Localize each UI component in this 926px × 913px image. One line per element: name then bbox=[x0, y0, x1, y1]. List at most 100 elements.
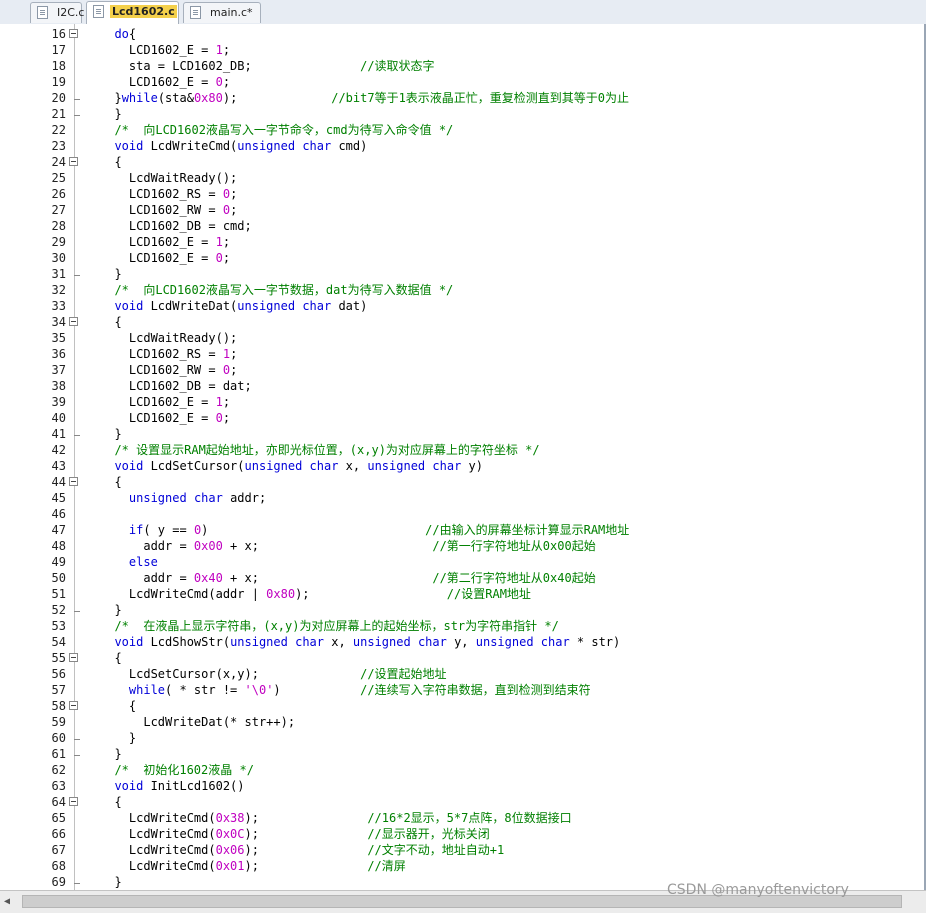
fold-collapse-icon[interactable] bbox=[69, 29, 78, 38]
code-text[interactable]: { bbox=[100, 794, 121, 810]
code-line[interactable]: 32 /* 向LCD1602液晶写入一字节数据，dat为待写入数据值 */ bbox=[0, 282, 920, 298]
code-text[interactable]: LcdWriteCmd(0x06); //文字不动，地址自动+1 bbox=[100, 842, 504, 858]
code-text[interactable]: } bbox=[100, 266, 121, 282]
code-line[interactable]: 27 LCD1602_RW = 0; bbox=[0, 202, 920, 218]
code-text[interactable]: { bbox=[100, 698, 136, 714]
code-line[interactable]: 19 LCD1602_E = 0; bbox=[0, 74, 920, 90]
code-line[interactable]: 50 addr = 0x40 + x; //第二行字符地址从0x40起始 bbox=[0, 570, 920, 586]
code-text[interactable]: LCD1602_RS = 0; bbox=[100, 186, 237, 202]
code-text[interactable]: if( y == 0) //由输入的屏幕坐标计算显示RAM地址 bbox=[100, 522, 629, 538]
code-text[interactable]: addr = 0x00 + x; //第一行字符地址从0x00起始 bbox=[100, 538, 595, 554]
tab-i2c-c[interactable]: I2C.c bbox=[30, 2, 84, 23]
code-line[interactable]: 16 do{ bbox=[0, 26, 920, 42]
code-line[interactable]: 54 void LcdShowStr(unsigned char x, unsi… bbox=[0, 634, 920, 650]
code-text[interactable]: LCD1602_E = 0; bbox=[100, 74, 230, 90]
code-text[interactable]: LcdWriteCmd(0x0C); //显示器开，光标关闭 bbox=[100, 826, 490, 842]
code-text[interactable]: LcdWriteCmd(0x01); //清屏 bbox=[100, 858, 406, 874]
code-line[interactable]: 58 { bbox=[0, 698, 920, 714]
code-text[interactable]: LCD1602_DB = dat; bbox=[100, 378, 252, 394]
code-text[interactable]: }while(sta&0x80); //bit7等于1表示液晶正忙，重复检测直到… bbox=[100, 90, 629, 106]
code-text[interactable]: void LcdWriteDat(unsigned char dat) bbox=[100, 298, 367, 314]
code-line[interactable]: 55 { bbox=[0, 650, 920, 666]
code-line[interactable]: 26 LCD1602_RS = 0; bbox=[0, 186, 920, 202]
code-text[interactable]: LCD1602_E = 1; bbox=[100, 42, 230, 58]
code-text[interactable]: void LcdShowStr(unsigned char x, unsigne… bbox=[100, 634, 620, 650]
code-line[interactable]: 21 } bbox=[0, 106, 920, 122]
code-line[interactable]: 37 LCD1602_RW = 0; bbox=[0, 362, 920, 378]
code-text[interactable]: LCD1602_RW = 0; bbox=[100, 202, 237, 218]
code-line[interactable]: 25 LcdWaitReady(); bbox=[0, 170, 920, 186]
code-line[interactable]: 62 /* 初始化1602液晶 */ bbox=[0, 762, 920, 778]
code-line[interactable]: 24 { bbox=[0, 154, 920, 170]
code-text[interactable]: LCD1602_E = 1; bbox=[100, 234, 230, 250]
code-line[interactable]: 66 LcdWriteCmd(0x0C); //显示器开，光标关闭 bbox=[0, 826, 920, 842]
code-text[interactable]: } bbox=[100, 602, 121, 618]
code-line[interactable]: 17 LCD1602_E = 1; bbox=[0, 42, 920, 58]
code-text[interactable]: else bbox=[100, 554, 158, 570]
code-line[interactable]: 60 } bbox=[0, 730, 920, 746]
code-text[interactable]: /* 初始化1602液晶 */ bbox=[100, 762, 253, 778]
code-text[interactable]: void InitLcd1602() bbox=[100, 778, 244, 794]
fold-collapse-icon[interactable] bbox=[69, 653, 78, 662]
fold-collapse-icon[interactable] bbox=[69, 157, 78, 166]
code-text[interactable]: } bbox=[100, 106, 121, 122]
code-line[interactable]: 45 unsigned char addr; bbox=[0, 490, 920, 506]
code-text[interactable]: LCD1602_E = 1; bbox=[100, 394, 230, 410]
code-line[interactable]: 63 void InitLcd1602() bbox=[0, 778, 920, 794]
code-line[interactable]: 47 if( y == 0) //由输入的屏幕坐标计算显示RAM地址 bbox=[0, 522, 920, 538]
code-text[interactable]: LCD1602_E = 0; bbox=[100, 250, 230, 266]
code-editor[interactable]: 16 do{17 LCD1602_E = 1; 18 sta = LCD1602_… bbox=[0, 24, 926, 890]
code-text[interactable]: /* 设置显示RAM起始地址，亦即光标位置，(x,y)为对应屏幕上的字符坐标 *… bbox=[100, 442, 539, 458]
code-line[interactable]: 38 LCD1602_DB = dat; bbox=[0, 378, 920, 394]
fold-collapse-icon[interactable] bbox=[69, 477, 78, 486]
code-text[interactable]: do{ bbox=[100, 26, 136, 42]
code-line[interactable]: 35 LcdWaitReady(); bbox=[0, 330, 920, 346]
code-line[interactable]: 61 } bbox=[0, 746, 920, 762]
code-line[interactable]: 46 bbox=[0, 506, 920, 522]
tab-lcd1602-c[interactable]: Lcd1602.c bbox=[86, 1, 179, 24]
code-text[interactable]: } bbox=[100, 426, 121, 442]
code-line[interactable]: 68 LcdWriteCmd(0x01); //清屏 bbox=[0, 858, 920, 874]
code-line[interactable]: 48 addr = 0x00 + x; //第一行字符地址从0x00起始 bbox=[0, 538, 920, 554]
code-line[interactable]: 34 { bbox=[0, 314, 920, 330]
code-text[interactable]: { bbox=[100, 154, 121, 170]
tab-main-c[interactable]: main.c* bbox=[183, 2, 261, 23]
code-line[interactable]: 39 LCD1602_E = 1; bbox=[0, 394, 920, 410]
fold-collapse-icon[interactable] bbox=[69, 701, 78, 710]
code-line[interactable]: 40 LCD1602_E = 0; bbox=[0, 410, 920, 426]
code-text[interactable]: } bbox=[100, 874, 121, 890]
code-line[interactable]: 57 while( * str != '\0') //连续写入字符串数据，直到检… bbox=[0, 682, 920, 698]
scroll-left-arrow-icon[interactable]: ◀ bbox=[4, 896, 10, 907]
code-line[interactable]: 23 void LcdWriteCmd(unsigned char cmd) bbox=[0, 138, 920, 154]
code-text[interactable]: { bbox=[100, 650, 121, 666]
code-line[interactable]: 36 LCD1602_RS = 1; bbox=[0, 346, 920, 362]
code-text[interactable]: LcdWriteDat(* str++); bbox=[100, 714, 295, 730]
code-line[interactable]: 56 LcdSetCursor(x,y); //设置起始地址 bbox=[0, 666, 920, 682]
code-text[interactable]: } bbox=[100, 730, 136, 746]
code-text[interactable]: LCD1602_RS = 1; bbox=[100, 346, 237, 362]
code-line[interactable]: 20 }while(sta&0x80); //bit7等于1表示液晶正忙，重复检… bbox=[0, 90, 920, 106]
code-text[interactable]: /* 向LCD1602液晶写入一字节命令，cmd为待写入命令值 */ bbox=[100, 122, 453, 138]
code-text[interactable]: LcdWaitReady(); bbox=[100, 330, 237, 346]
code-line[interactable]: 18 sta = LCD1602_DB; //读取状态字 bbox=[0, 58, 920, 74]
code-text[interactable]: LCD1602_RW = 0; bbox=[100, 362, 237, 378]
code-text[interactable]: LCD1602_DB = cmd; bbox=[100, 218, 252, 234]
code-text[interactable]: { bbox=[100, 314, 121, 330]
code-text[interactable]: sta = LCD1602_DB; //读取状态字 bbox=[100, 58, 435, 74]
code-line[interactable]: 52 } bbox=[0, 602, 920, 618]
code-text[interactable]: LcdWaitReady(); bbox=[100, 170, 237, 186]
code-line[interactable]: 41 } bbox=[0, 426, 920, 442]
code-line[interactable]: 59 LcdWriteDat(* str++); bbox=[0, 714, 920, 730]
code-text[interactable]: } bbox=[100, 746, 121, 762]
code-text[interactable]: /* 在液晶上显示字符串，(x,y)为对应屏幕上的起始坐标，str为字符串指针 … bbox=[100, 618, 558, 634]
code-line[interactable]: 31 } bbox=[0, 266, 920, 282]
code-line[interactable]: 65 LcdWriteCmd(0x38); //16*2显示，5*7点阵，8位数… bbox=[0, 810, 920, 826]
code-line[interactable]: 64 { bbox=[0, 794, 920, 810]
code-text[interactable]: /* 向LCD1602液晶写入一字节数据，dat为待写入数据值 */ bbox=[100, 282, 453, 298]
code-line[interactable]: 49 else bbox=[0, 554, 920, 570]
code-line[interactable]: 33 void LcdWriteDat(unsigned char dat) bbox=[0, 298, 920, 314]
code-line[interactable]: 42 /* 设置显示RAM起始地址，亦即光标位置，(x,y)为对应屏幕上的字符坐… bbox=[0, 442, 920, 458]
code-line[interactable]: 29 LCD1602_E = 1; bbox=[0, 234, 920, 250]
fold-collapse-icon[interactable] bbox=[69, 797, 78, 806]
code-text[interactable]: void LcdWriteCmd(unsigned char cmd) bbox=[100, 138, 367, 154]
